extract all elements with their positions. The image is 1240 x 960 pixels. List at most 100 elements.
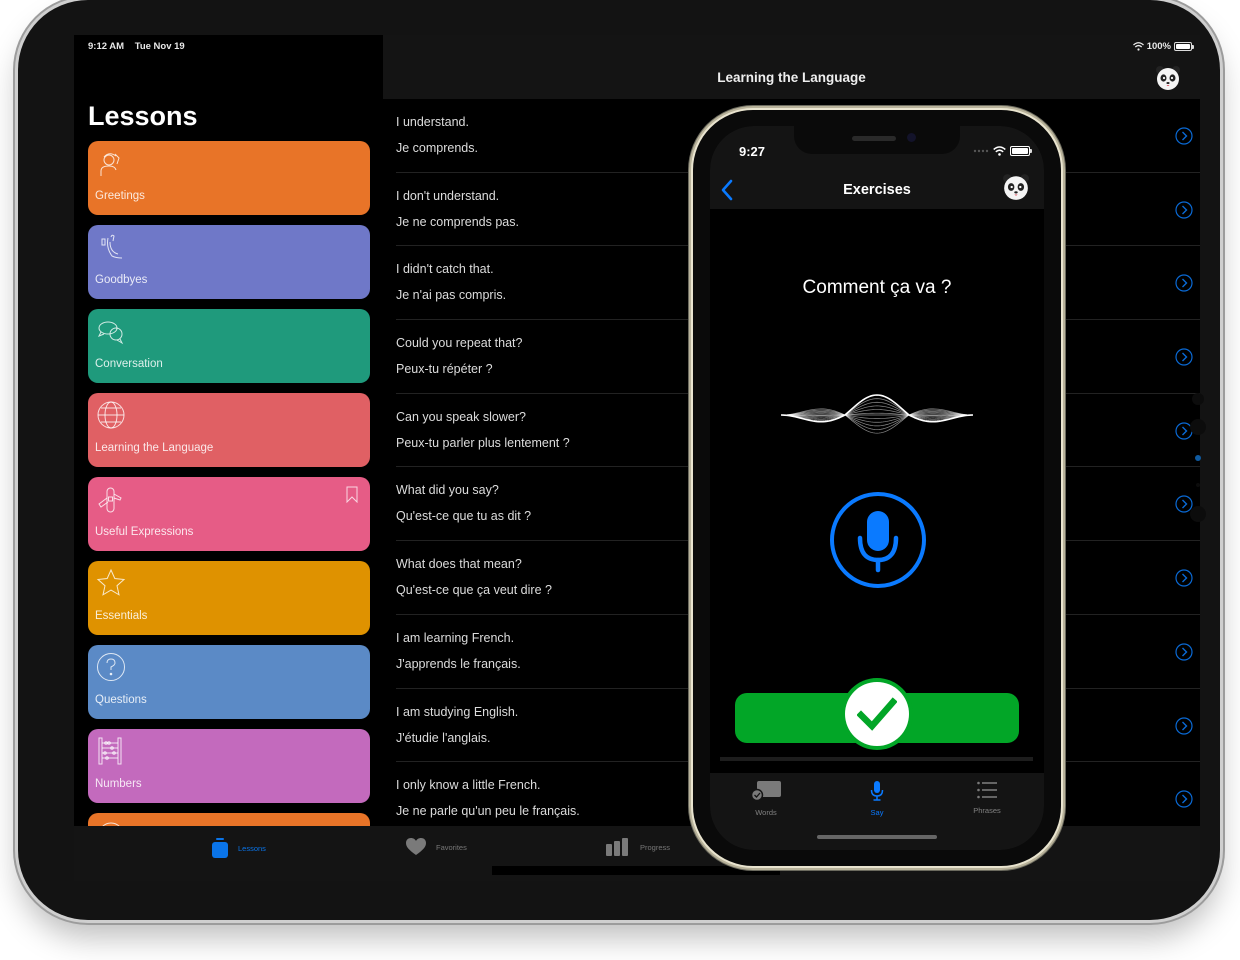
status-time: 9:12 AM — [88, 41, 125, 52]
heart-icon — [406, 838, 426, 855]
iphone-status-icons — [973, 146, 1032, 156]
record-microphone-button[interactable] — [830, 492, 926, 588]
lesson-card-numbers[interactable]: Numbers — [88, 729, 370, 803]
chevron-right-circle-icon[interactable] — [1175, 274, 1193, 292]
tab-phrases[interactable]: Phrases — [947, 781, 1027, 815]
phrase-french: Je n'ai pas compris. — [396, 288, 507, 303]
bookmark-icon[interactable] — [346, 486, 358, 503]
list-icon — [977, 781, 997, 799]
panda-avatar-icon[interactable] — [1002, 173, 1030, 201]
sensor — [1196, 483, 1200, 487]
phrase-english: I didn't catch that. — [396, 262, 494, 277]
phrase-english: I am studying English. — [396, 704, 519, 719]
phrase-french: Peux-tu répéter ? — [396, 362, 493, 377]
phrase-french: Je comprends. — [396, 141, 478, 155]
lesson-card-questions[interactable]: Questions — [88, 645, 370, 719]
tab-words[interactable]: Words — [726, 781, 806, 817]
tab-label: Phrases — [973, 806, 1001, 815]
iphone-device-frame: 9:27 Exercises Comment ça va ? Words Say… — [693, 110, 1061, 866]
earpiece-speaker — [852, 136, 896, 141]
bar-chart-icon — [606, 838, 628, 856]
microphone-icon — [870, 781, 884, 801]
question-circle-icon — [97, 653, 125, 681]
exercise-progress-track — [720, 757, 1033, 761]
swiss-knife-icon — [98, 487, 122, 513]
sensor — [1190, 419, 1206, 435]
lesson-card-label: Learning the Language — [95, 442, 214, 454]
lesson-card-conversation[interactable]: Conversation — [88, 309, 370, 383]
abacus-icon — [98, 737, 122, 765]
tab-say[interactable]: Say — [837, 781, 917, 817]
lesson-card-label: Questions — [95, 694, 147, 706]
phrase-english: I don't understand. — [396, 188, 500, 203]
iphone-screen: 9:27 Exercises Comment ça va ? Words Say… — [710, 126, 1044, 850]
speech-bubbles-icon — [97, 321, 124, 345]
sensor — [1192, 393, 1204, 405]
lesson-card-essentials[interactable]: Essentials — [88, 561, 370, 635]
tab-progress[interactable]: Progress — [606, 838, 670, 856]
chevron-right-circle-icon[interactable] — [1175, 127, 1193, 145]
ipad-status-bar-left: 9:12 AM Tue Nov 19 — [88, 41, 193, 52]
notch — [794, 126, 960, 154]
phrase-french: J'étudie l'anglais. — [396, 730, 491, 745]
lessons-sidebar: 9:12 AM Tue Nov 19 Lessons Greetings Goo… — [74, 35, 383, 881]
phrase-french: Qu'est-ce que ça veut dire ? — [396, 583, 552, 598]
lesson-card-greetings[interactable]: Greetings — [88, 141, 370, 215]
home-indicator — [817, 835, 937, 839]
home-indicator — [492, 866, 780, 875]
camera-lens — [1195, 455, 1201, 461]
status-date: Tue Nov 19 — [134, 41, 185, 52]
star-icon — [96, 568, 126, 596]
chevron-right-circle-icon[interactable] — [1175, 790, 1193, 808]
phrase-english: Can you speak slower? — [396, 409, 526, 424]
phrase-french: Qu'est-ce que tu as dit ? — [396, 509, 532, 524]
phrase-english: I am learning French. — [396, 630, 515, 645]
tab-label: Progress — [640, 842, 671, 852]
tab-label: Lessons — [238, 843, 266, 853]
exercise-prompt: Comment ça va ? — [802, 277, 952, 298]
front-camera — [907, 133, 916, 142]
lesson-card-label: Essentials — [95, 610, 148, 622]
tab-label: Favorites — [436, 842, 467, 852]
phrase-french: Je ne parle qu'un peu le français. — [396, 804, 580, 819]
lesson-card-useful-expressions[interactable]: Useful Expressions — [88, 477, 370, 551]
phrase-english: I only know a little French. — [396, 778, 541, 793]
iphone-nav-title: Exercises — [843, 182, 911, 198]
sidebar-title: Lessons — [88, 101, 198, 131]
detail-navigation-bar: 100% Learning the Language — [383, 35, 1200, 99]
lesson-card-label: Goodbyes — [95, 274, 148, 286]
battery-icon — [1174, 42, 1194, 51]
phrase-english: What did you say? — [396, 483, 499, 498]
globe-icon — [97, 401, 125, 429]
chevron-right-circle-icon[interactable] — [1175, 569, 1193, 587]
checkmark-icon — [857, 697, 897, 731]
sensor — [1190, 506, 1206, 522]
signal-dots-icon — [973, 149, 989, 153]
chevron-right-circle-icon[interactable] — [1175, 716, 1193, 735]
book-jar-icon — [212, 838, 228, 858]
greeting-person-icon — [100, 153, 120, 176]
phrase-english: Could you repeat that? — [396, 336, 523, 351]
phrase-english: What does that mean? — [396, 557, 522, 572]
lesson-card-label: Useful Expressions — [95, 526, 194, 538]
tab-lessons[interactable]: Lessons — [212, 838, 266, 858]
phrase-french: Peux-tu parler plus lentement ? — [396, 435, 570, 450]
chevron-right-circle-icon[interactable] — [1175, 348, 1193, 366]
flashcard-check-icon — [750, 781, 781, 802]
wifi-icon — [993, 146, 1006, 156]
lesson-card-learning-the-language[interactable]: Learning the Language — [88, 393, 370, 467]
lesson-card-goodbyes[interactable]: Goodbyes — [88, 225, 370, 299]
tab-favorites[interactable]: Favorites — [406, 838, 467, 856]
wifi-icon — [1132, 42, 1144, 51]
correct-answer-button[interactable] — [841, 678, 913, 750]
battery-icon — [1010, 146, 1032, 156]
lesson-card-label: Numbers — [95, 778, 142, 790]
microphone-icon — [857, 511, 899, 573]
chevron-right-circle-icon[interactable] — [1175, 643, 1193, 661]
chevron-right-circle-icon[interactable] — [1175, 201, 1193, 219]
phrase-french: J'apprends le français. — [396, 656, 521, 671]
tab-label: Say — [870, 808, 884, 817]
lesson-card-label: Conversation — [95, 358, 163, 370]
panda-avatar-icon[interactable] — [1155, 65, 1181, 91]
detail-title: Learning the Language — [717, 70, 866, 85]
